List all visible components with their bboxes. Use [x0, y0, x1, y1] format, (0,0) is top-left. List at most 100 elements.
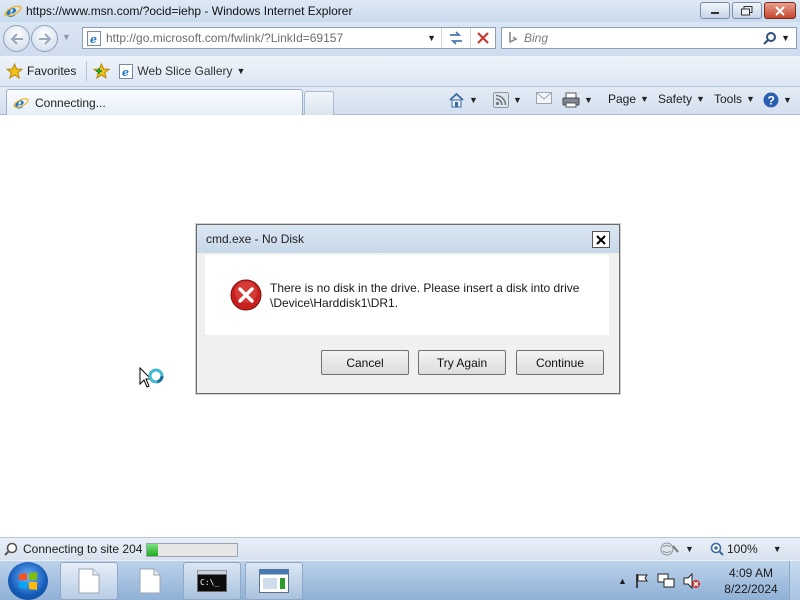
taskbar-item-document[interactable] [60, 562, 118, 600]
clock-date: 8/22/2024 [724, 582, 778, 596]
tab-connecting[interactable]: e Connecting... [6, 89, 303, 115]
svg-text:?: ? [768, 94, 775, 108]
window-controls [700, 2, 796, 19]
home-button[interactable]: ▼ [448, 92, 478, 108]
no-disk-dialog: cmd.exe - No Disk There is no disk in th… [196, 224, 620, 394]
action-center-flag-icon[interactable] [635, 573, 649, 589]
forward-arrow-icon [38, 32, 51, 45]
restore-button[interactable] [732, 2, 762, 19]
tools-menu[interactable]: Tools ▼ [714, 92, 755, 106]
help-button[interactable]: ? ▼ [763, 92, 792, 108]
page-icon: e [119, 63, 134, 79]
progress-fill [147, 544, 158, 556]
recent-pages-dropdown[interactable]: ▼ [62, 32, 71, 42]
window-title: https://www.msn.com/?ocid=iehp - Windows… [26, 4, 353, 18]
forward-button[interactable] [31, 25, 58, 52]
system-tray: ▲ [618, 561, 701, 600]
favorites-button[interactable]: Favorites [6, 63, 76, 79]
favorites-bar: Favorites e Web Slice Gallery ▼ [0, 56, 800, 87]
chevron-down-icon: ▼ [783, 95, 792, 105]
favorites-label: Favorites [27, 64, 77, 78]
show-desktop-button[interactable] [789, 561, 800, 600]
close-icon [775, 5, 785, 16]
taskbar-item-document-2[interactable] [121, 562, 179, 600]
web-slice-gallery-label: Web Slice Gallery [137, 64, 233, 78]
progress-bar [146, 543, 238, 557]
divider [441, 28, 442, 48]
windows-logo-icon [19, 572, 37, 590]
tab-label: Connecting... [35, 95, 106, 110]
home-icon [449, 92, 464, 108]
back-button[interactable] [3, 25, 30, 52]
dialog-close-button[interactable] [592, 231, 610, 248]
chevron-down-icon: ▼ [772, 544, 782, 554]
search-input[interactable]: Bing [524, 31, 763, 45]
internet-explorer-icon: e [4, 2, 22, 20]
new-tab-button[interactable] [304, 91, 334, 115]
busy-cursor-icon [139, 367, 164, 388]
printer-icon [562, 92, 580, 108]
help-icon: ? [763, 92, 779, 108]
close-window-button[interactable] [764, 2, 796, 19]
address-dropdown-icon[interactable]: ▼ [427, 33, 436, 43]
back-arrow-icon [10, 32, 23, 45]
compatibility-view-icon[interactable] [448, 31, 464, 45]
chevron-down-icon: ▼ [746, 94, 755, 104]
dialog-title: cmd.exe - No Disk [206, 232, 305, 246]
window-app-icon [259, 569, 289, 593]
web-slice-gallery-link[interactable]: e Web Slice Gallery ▼ [119, 63, 245, 79]
start-button[interactable] [8, 562, 48, 600]
taskbar-item-internet-explorer[interactable] [245, 562, 303, 600]
mail-icon [536, 92, 552, 104]
print-button[interactable]: ▼ [562, 92, 593, 108]
page-menu[interactable]: Page ▼ [608, 92, 649, 106]
address-url[interactable]: http://go.microsoft.com/fwlink/?LinkId=6… [106, 31, 427, 45]
chevron-down-icon: ▼ [696, 94, 705, 104]
try-again-button[interactable]: Try Again [418, 350, 506, 375]
document-icon [139, 568, 161, 594]
safety-menu-label: Safety [658, 92, 693, 106]
zoom-level: 100% [727, 542, 758, 556]
continue-button[interactable]: Continue [516, 350, 604, 375]
search-box[interactable]: Bing ▼ [501, 27, 797, 49]
minimize-button[interactable] [700, 2, 730, 19]
chevron-down-icon: ▼ [584, 95, 593, 105]
safety-menu[interactable]: Safety ▼ [658, 92, 705, 106]
volume-muted-icon[interactable] [683, 573, 701, 589]
address-bar[interactable]: e http://go.microsoft.com/fwlink/?LinkId… [82, 27, 496, 49]
dialog-message-line: \Device\Harddisk1\DR1. [270, 296, 399, 310]
security-zone-icon [660, 542, 679, 556]
search-icon[interactable] [763, 31, 777, 45]
feeds-button[interactable]: ▼ [493, 92, 522, 108]
minimize-icon [711, 11, 719, 14]
divider [470, 28, 471, 48]
chevron-down-icon: ▼ [685, 544, 694, 554]
svg-text:e: e [90, 33, 97, 46]
show-hidden-icons-button[interactable]: ▲ [618, 576, 627, 586]
status-text: Connecting to site 204 [23, 542, 143, 556]
navigation-bar: ▼ e http://go.microsoft.com/fwlink/?Link… [0, 22, 800, 56]
search-dropdown-icon[interactable]: ▼ [781, 33, 790, 43]
read-mail-button[interactable] [536, 92, 552, 104]
page-menu-label: Page [608, 92, 637, 106]
cancel-button[interactable]: Cancel [321, 350, 409, 375]
taskbar-item-cmd[interactable]: C:\_ [183, 562, 241, 600]
tab-bar: e Connecting... ▼ ▼ ▼ Page ▼ Safety ▼ To… [0, 87, 800, 115]
chevron-down-icon: ▼ [640, 94, 649, 104]
system-clock[interactable]: 4:09 AM 8/22/2024 [718, 565, 784, 597]
dialog-body: There is no disk in the drive. Please in… [205, 255, 609, 335]
document-icon [78, 568, 100, 594]
add-to-favorites-icon[interactable] [93, 63, 111, 79]
stop-icon[interactable] [477, 32, 489, 44]
network-icon[interactable] [657, 573, 675, 589]
close-icon [596, 234, 606, 245]
status-bar: Connecting to site 204 ▼ 100% ▼ [0, 537, 800, 560]
restore-icon [741, 5, 753, 15]
favorites-star-icon [6, 63, 23, 79]
protected-mode-button[interactable]: ▼ [660, 542, 694, 556]
tools-menu-label: Tools [714, 92, 743, 106]
bing-icon [509, 32, 518, 44]
zoom-button[interactable]: 100% ▼ [710, 542, 782, 556]
internet-explorer-icon: e [13, 95, 29, 111]
svg-text:C:\_: C:\_ [200, 578, 219, 587]
